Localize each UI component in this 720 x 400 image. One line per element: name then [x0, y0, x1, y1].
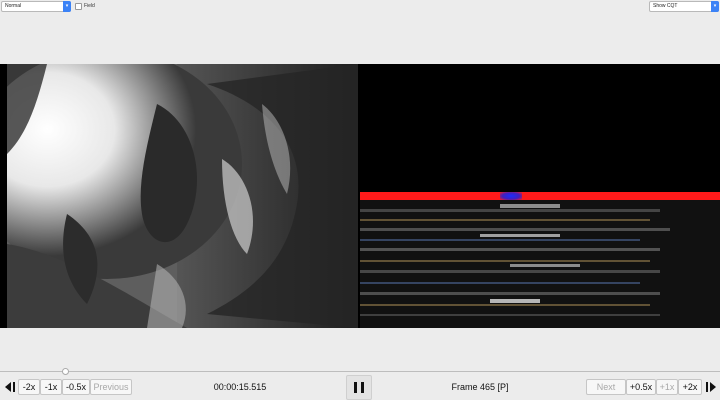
- video-image: [7, 64, 358, 328]
- cqt-indicator-line: [360, 192, 720, 200]
- timecode: 00:00:15.515: [213, 382, 267, 392]
- pause-icon: [354, 382, 364, 393]
- pause-button[interactable]: [346, 375, 372, 400]
- step-forward-icon[interactable]: [703, 379, 719, 395]
- frame-indicator: Frame 465 [P]: [451, 382, 509, 392]
- step-back-icon[interactable]: [2, 379, 18, 395]
- cqt-position-marker: [500, 192, 522, 200]
- field-checkbox[interactable]: [75, 3, 82, 10]
- speed-minus-half-button[interactable]: -0.5x: [62, 379, 90, 395]
- previous-button[interactable]: Previous: [90, 379, 132, 395]
- seek-bar[interactable]: [0, 371, 720, 372]
- seek-handle[interactable]: [62, 368, 69, 375]
- video-viewer: [0, 64, 720, 328]
- next-button[interactable]: Next: [586, 379, 626, 395]
- speed-minus-1x-button[interactable]: -1x: [40, 379, 62, 395]
- speed-plus-1x-button[interactable]: +1x: [656, 379, 678, 395]
- cqt-select[interactable]: Show CQT ▾: [649, 1, 719, 12]
- video-frame[interactable]: [7, 64, 358, 328]
- speed-plus-2x-button[interactable]: +2x: [678, 379, 702, 395]
- chevron-down-icon: ▾: [63, 1, 71, 12]
- speed-minus-2x-button[interactable]: -2x: [18, 379, 40, 395]
- view-mode-value: Normal: [5, 3, 22, 9]
- field-label: Field: [84, 3, 95, 9]
- chevron-down-icon: ▾: [711, 1, 719, 12]
- view-mode-select[interactable]: Normal ▾: [1, 1, 71, 12]
- top-bar: Normal ▾ Field Show CQT ▾: [0, 0, 720, 14]
- speed-plus-half-button[interactable]: +0.5x: [626, 379, 656, 395]
- cqt-visualization: [360, 64, 720, 328]
- playback-controls: -2x -1x -0.5x Previous 00:00:15.515 Fram…: [0, 375, 720, 400]
- cqt-select-value: Show CQT: [653, 3, 678, 9]
